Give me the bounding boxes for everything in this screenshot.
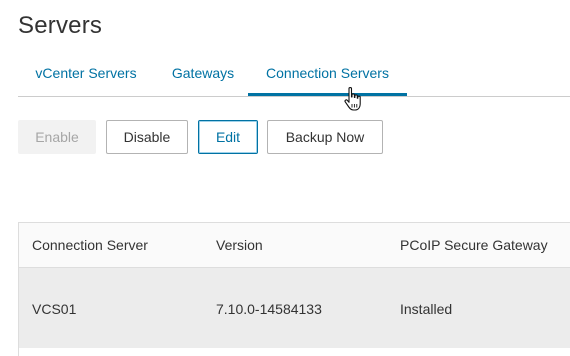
cell-pcoip-secure-gateway: Installed <box>400 301 453 317</box>
backup-now-button[interactable]: Backup Now <box>267 120 383 154</box>
page-title: Servers <box>18 12 103 39</box>
tab-bar: vCenter Servers Gateways Connection Serv… <box>18 58 570 97</box>
tab-vcenter-servers[interactable]: vCenter Servers <box>18 58 154 94</box>
tab-connection-servers[interactable]: Connection Servers <box>248 58 407 96</box>
column-header-version[interactable]: Version <box>216 237 263 253</box>
column-header-pcoip-secure-gateway[interactable]: PCoIP Secure Gateway <box>400 237 548 253</box>
connection-servers-grid: Connection Server Version PCoIP Secure G… <box>18 222 570 356</box>
enable-button[interactable]: Enable <box>18 120 96 154</box>
cell-version: 7.10.0-14584133 <box>216 301 322 317</box>
column-header-connection-server[interactable]: Connection Server <box>32 237 148 253</box>
grid-header-row: Connection Server Version PCoIP Secure G… <box>19 223 570 268</box>
table-row[interactable]: VCS01 7.10.0-14584133 Installed <box>19 268 570 348</box>
hand-pointer-icon <box>344 86 361 111</box>
edit-button[interactable]: Edit <box>198 120 258 154</box>
cell-connection-server: VCS01 <box>32 301 77 317</box>
disable-button[interactable]: Disable <box>106 120 188 154</box>
tab-gateways[interactable]: Gateways <box>158 58 248 94</box>
